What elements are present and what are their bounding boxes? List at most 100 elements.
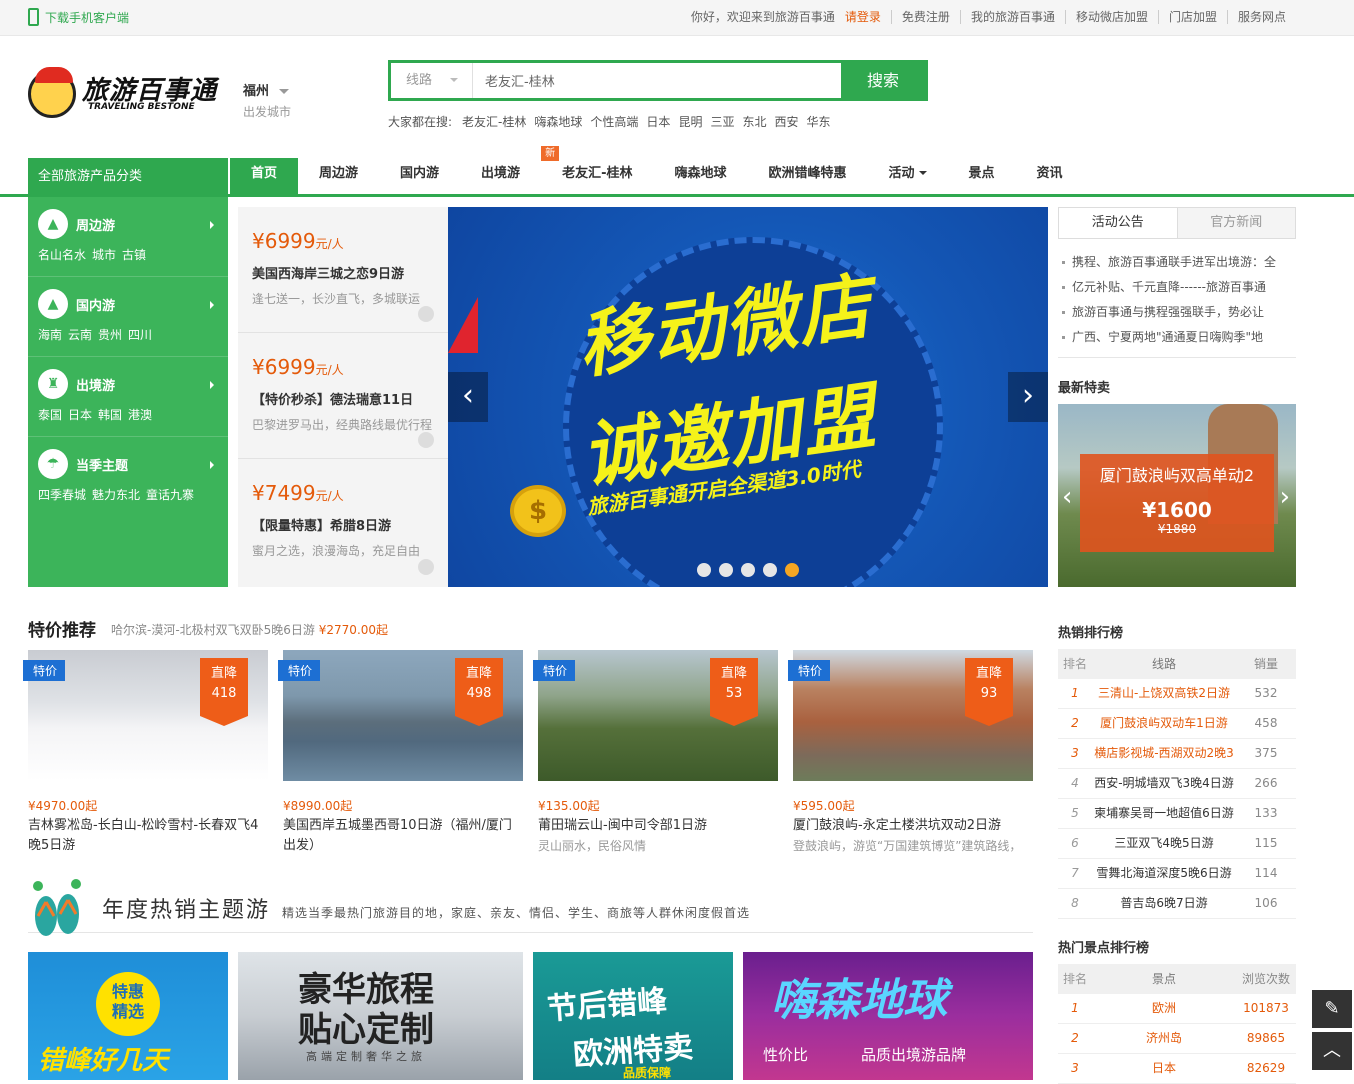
promo-item[interactable]: ¥7499元/人 【限量特惠】希腊8日游 蜜月之选，浪漫海岛，充足自由 [238, 459, 448, 585]
hot-word[interactable]: 老友汇-桂林 [462, 113, 526, 130]
deal-card[interactable]: 特价 直降 53 ¥135.00起 莆田瑞云山-闽中司令部1日游 灵山丽水，民俗风… [533, 650, 778, 860]
tab-activity-notice[interactable]: 活动公告 [1059, 208, 1178, 238]
hot-word[interactable]: 日本 [646, 113, 670, 130]
chevron-left-icon[interactable]: ‹ [1062, 482, 1072, 512]
nav-spots[interactable]: 景点 [948, 158, 1016, 194]
category-sub-link[interactable]: 云南 [68, 326, 92, 343]
notice-item[interactable]: 亿元补贴、千元直降------旅游百事通 [1062, 275, 1296, 300]
hot-word[interactable]: 嗨森地球 [534, 113, 582, 130]
nav-outbound[interactable]: 出境游 [460, 158, 541, 194]
nav-europe[interactable]: 欧洲错峰特惠 [747, 158, 867, 194]
theme-card[interactable]: 豪华旅程 贴心定制 高端定制奢华之旅 [238, 952, 523, 1080]
hot-word[interactable]: 华东 [807, 113, 831, 130]
nav-nearby[interactable]: 周边游 [298, 158, 379, 194]
category-domestic[interactable]: ▲ 国内游 海南 云南 贵州 四川 [28, 277, 228, 357]
tab-official-news[interactable]: 官方新闻 [1178, 208, 1296, 238]
slide-dot[interactable] [741, 563, 755, 577]
search-button[interactable]: 搜索 [841, 63, 925, 98]
all-categories-button[interactable]: 全部旅游产品分类 [28, 158, 228, 197]
category-title: 出境游 [76, 379, 116, 394]
table-row[interactable]: 2 厦门鼓浪屿双动车1日游 458 [1058, 709, 1296, 739]
notice-item[interactable]: 旅游百事通与携程强强联手，势必让 [1062, 300, 1296, 325]
table-row[interactable]: 1 三清山-上饶双高铁2日游 532 [1058, 679, 1296, 709]
deal-name: 厦门鼓浪屿-永定土楼洪坑双动2日游 [793, 818, 1001, 833]
banner-prev-button[interactable]: ‹ [448, 372, 488, 422]
city-selector[interactable]: 福州 出发城市 [243, 80, 291, 120]
table-row[interactable]: 4 西安-明城墙双飞3晚4日游 266 [1058, 769, 1296, 799]
chevron-right-icon [210, 221, 218, 229]
download-app-link[interactable]: 下载手机客户端 [28, 8, 129, 26]
nav-news[interactable]: 资讯 [1016, 158, 1084, 194]
slide-dot[interactable] [719, 563, 733, 577]
my-account-link[interactable]: 我的旅游百事通 [959, 10, 1065, 24]
login-link[interactable]: 请登录 [845, 10, 891, 24]
category-sub-link[interactable]: 童话九寨 [146, 486, 194, 503]
top-nav: 你好，欢迎来到旅游百事通 请登录 免费注册 我的旅游百事通 移动微店加盟 门店加… [681, 10, 1296, 24]
table-row[interactable]: 5 柬埔寨吴哥一地超值6日游 133 [1058, 799, 1296, 829]
category-sub-link[interactable]: 日本 [68, 406, 92, 423]
hot-word[interactable]: 西安 [774, 113, 798, 130]
search-input[interactable] [475, 63, 843, 98]
nav-domestic[interactable]: 国内游 [379, 158, 460, 194]
category-title: 当季主题 [76, 459, 129, 474]
deal-card[interactable]: 特价 直降 418 ¥4970.00起 吉林雾凇岛-长白山-松岭雪村-长春双飞4晚… [23, 650, 268, 860]
store-join-link[interactable]: 门店加盟 [1157, 10, 1227, 24]
theme-card[interactable]: 特惠 精选 错峰好几天 [28, 952, 228, 1080]
slide-dot[interactable] [763, 563, 777, 577]
phone-icon [28, 8, 39, 26]
category-sub-link[interactable]: 韩国 [98, 406, 122, 423]
nav-guilin[interactable]: 新老友汇-桂林 [541, 146, 653, 194]
edit-icon[interactable]: ✎ [1312, 990, 1352, 1028]
category-sub-link[interactable]: 古镇 [122, 246, 146, 263]
theme-card[interactable]: 嗨森地球 性价比 品质出境游品牌 [743, 952, 1033, 1080]
promo-item[interactable]: ¥6999元/人 美国西海岸三城之恋9日游 逢七送一，长沙直飞，多城联运 [238, 207, 448, 333]
category-nearby[interactable]: ▲ 周边游 名山名水 城市 古镇 [28, 197, 228, 277]
promo-item[interactable]: ¥6999元/人 【特价秒杀】德法瑞意11日 巴黎进罗马出，经典路线最优行程 [238, 333, 448, 459]
nav-activity-label: 活动 [888, 166, 915, 181]
nav-home[interactable]: 首页 [230, 158, 299, 194]
table-row[interactable]: 7 雪舞北海道深度5晚6日游 114 [1058, 859, 1296, 889]
category-outbound[interactable]: ♜ 出境游 泰国 日本 韩国 港澳 [28, 357, 228, 437]
chevron-right-icon[interactable]: › [1280, 482, 1290, 512]
table-row[interactable]: 2 济州岛 89865 [1058, 1024, 1296, 1054]
slide-dot-active[interactable] [785, 563, 799, 577]
special-section-sub[interactable]: 哈尔滨-漠河-北极村双飞双卧5晚6日游 ¥2770.00起 [111, 621, 388, 638]
deal-card[interactable]: 特价 直降 93 ¥595.00起 厦门鼓浪屿-永定土楼洪坑双动2日游 登鼓浪屿，… [788, 650, 1033, 860]
back-to-top-icon[interactable]: ︿ [1312, 1032, 1352, 1070]
theme-card[interactable]: 节后错峰 欧洲特卖 品质保障 [533, 952, 733, 1080]
category-sub-link[interactable]: 海南 [38, 326, 62, 343]
hot-sales-table: 排名 线路 销量 1 三清山-上饶双高铁2日游 532 2 厦门鼓浪屿双动车1日游 458 … [1058, 649, 1296, 919]
category-sub-link[interactable]: 四季春城 [38, 486, 86, 503]
category-sub-link[interactable]: 贵州 [98, 326, 122, 343]
nav-hisen[interactable]: 嗨森地球 [653, 158, 747, 194]
category-sub-link[interactable]: 魅力东北 [92, 486, 140, 503]
hot-word[interactable]: 个性高端 [590, 113, 638, 130]
table-row[interactable]: 6 三亚双飞4晚5日游 115 [1058, 829, 1296, 859]
category-sub-link[interactable]: 港澳 [128, 406, 152, 423]
deal-card[interactable]: 特价 直降 498 ¥8990.00起 美国西岸五城墨西哥10日游（福州/厦门出发… [278, 650, 523, 860]
wechat-store-link[interactable]: 移动微店加盟 [1064, 10, 1158, 24]
site-logo[interactable]: 旅游百事通 TRAVELING BESTONE [28, 67, 228, 120]
table-row[interactable]: 3 横店影视城-西湖双动2晚3 375 [1058, 739, 1296, 769]
service-points-link[interactable]: 服务网点 [1226, 10, 1296, 24]
hot-word[interactable]: 昆明 [678, 113, 702, 130]
table-row[interactable]: 8 普吉岛6晚7日游 106 [1058, 889, 1296, 919]
category-sub-link[interactable]: 四川 [128, 326, 152, 343]
slide-dot[interactable] [697, 563, 711, 577]
category-sub-link[interactable]: 城市 [92, 246, 116, 263]
hero-banner[interactable]: 移动微店 诚邀加盟 旅游百事通开启全渠道3.0时代 $ ‹ › [448, 207, 1048, 587]
notice-item[interactable]: 携程、旅游百事通联手进军出境游：全 [1062, 250, 1296, 275]
latest-sale-card[interactable]: 厦门鼓浪屿双高单动2 ¥1600 ¥1880 ‹ › [1058, 404, 1296, 587]
category-season-theme[interactable]: ☂ 当季主题 四季春城 魅力东北 童话九寨 [28, 437, 228, 517]
table-row[interactable]: 1 欧洲 101873 [1058, 994, 1296, 1024]
category-sub-link[interactable]: 名山名水 [38, 246, 86, 263]
register-link[interactable]: 免费注册 [890, 10, 960, 24]
hot-word[interactable]: 东北 [742, 113, 766, 130]
search-type-select[interactable]: 线路 [391, 63, 473, 98]
mountain-icon: ▲ [38, 209, 68, 239]
category-sub-link[interactable]: 泰国 [38, 406, 62, 423]
notice-item[interactable]: 广西、宁夏两地"通通夏日嗨购季"地 [1062, 325, 1296, 350]
nav-activity[interactable]: 活动 [868, 158, 948, 194]
hot-word[interactable]: 三亚 [710, 113, 734, 130]
banner-next-button[interactable]: › [1008, 372, 1048, 422]
